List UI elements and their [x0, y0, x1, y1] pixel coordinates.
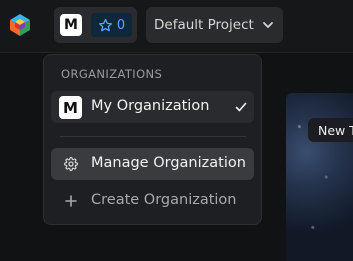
menu-item-create-organization[interactable]: Create Organization [51, 185, 254, 217]
gear-icon [64, 157, 78, 171]
organization-dropdown-menu: ORGANIZATIONS M My Organization Manage O… [43, 54, 262, 225]
organizations-heading: ORGANIZATIONS [61, 67, 163, 81]
app-logo-icon[interactable] [8, 13, 32, 37]
menu-item-manage-organization[interactable]: Manage Organization [51, 148, 254, 180]
org-avatar: M [59, 96, 82, 119]
project-switcher-button[interactable]: Default Project [146, 7, 283, 43]
stars-count: 0 [116, 17, 126, 33]
menu-item-label: My Organization [91, 98, 210, 114]
header-divider [0, 52, 353, 53]
project-label: Default Project [154, 17, 254, 33]
menu-item-label: Manage Organization [91, 155, 246, 171]
top-bar: M 0 Default Project [0, 0, 353, 52]
chevron-down-icon [263, 22, 273, 28]
stars-badge[interactable]: 0 [91, 13, 132, 37]
menu-item-label: Create Organization [91, 192, 237, 208]
org-avatar: M [60, 14, 82, 36]
star-icon [98, 18, 112, 31]
org-switcher-button[interactable]: M 0 [54, 7, 137, 43]
menu-divider [60, 136, 246, 137]
new-tag-label: New T [308, 118, 353, 142]
plus-icon [65, 195, 77, 207]
check-icon [235, 102, 247, 112]
menu-item-my-organization[interactable]: M My Organization [51, 91, 254, 123]
